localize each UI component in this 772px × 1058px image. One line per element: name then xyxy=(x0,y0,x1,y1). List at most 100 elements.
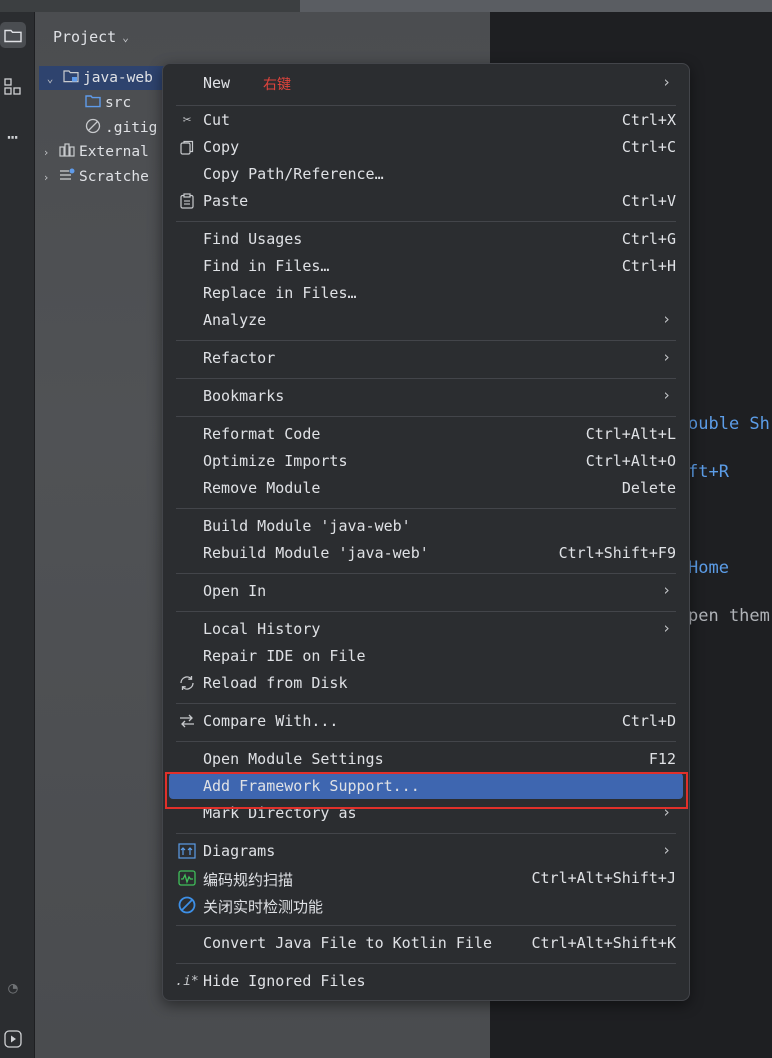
ignored-files-icon: .i* xyxy=(175,973,199,989)
menu-separator xyxy=(176,508,676,509)
editor-hint-shortcut: ft+R xyxy=(688,462,729,482)
copy-icon xyxy=(177,137,197,157)
menu-item-find-usages[interactable]: Find Usages Ctrl+G xyxy=(163,226,689,253)
menu-item-cut[interactable]: ✂ Cut Ctrl+X xyxy=(163,107,689,134)
menu-separator xyxy=(176,833,676,834)
library-icon xyxy=(57,143,77,161)
tree-item-src[interactable]: src xyxy=(83,91,131,115)
menu-item-label: Bookmarks xyxy=(203,387,285,405)
submenu-arrow-icon: › xyxy=(661,310,671,328)
menu-item-label: Diagrams xyxy=(203,842,276,860)
menu-separator xyxy=(176,416,676,417)
menu-shortcut: F12 xyxy=(648,750,676,768)
menu-separator xyxy=(176,221,676,222)
menu-shortcut: Ctrl+X xyxy=(621,111,676,129)
menu-item-rebuild-module[interactable]: Rebuild Module 'java-web' Ctrl+Shift+F9 xyxy=(163,540,689,567)
menu-shortcut: Ctrl+G xyxy=(621,230,676,248)
menu-item-diagrams[interactable]: Diagrams › xyxy=(163,838,689,865)
menu-item-optimize-imports[interactable]: Optimize Imports Ctrl+Alt+O xyxy=(163,448,689,475)
menu-item-paste[interactable]: Paste Ctrl+V xyxy=(163,188,689,215)
menu-item-label: Local History xyxy=(203,620,321,638)
disable-check-icon xyxy=(177,895,197,915)
menu-item-label: Hide Ignored Files xyxy=(203,972,366,990)
menu-item-code-scan[interactable]: 编码规约扫描 Ctrl+Alt+Shift+J xyxy=(163,865,689,892)
menu-shortcut: Delete xyxy=(621,479,676,497)
editor-hint-home: Home xyxy=(688,558,729,578)
menu-item-label: Optimize Imports xyxy=(203,452,348,470)
menu-item-open-module-settings[interactable]: Open Module Settings F12 xyxy=(163,746,689,773)
menu-item-find-in-files[interactable]: Find in Files… Ctrl+H xyxy=(163,253,689,280)
submenu-arrow-icon: › xyxy=(661,73,671,91)
menu-item-reload-from-disk[interactable]: Reload from Disk xyxy=(163,670,689,697)
tree-item-scratches[interactable]: › Scratche xyxy=(35,165,149,189)
menu-item-local-history[interactable]: Local History › xyxy=(163,616,689,643)
submenu-arrow-icon: › xyxy=(661,386,671,404)
menu-item-label: Cut xyxy=(203,111,231,129)
chevron-down-icon[interactable]: ⌄ xyxy=(39,72,61,85)
menu-item-compare-with[interactable]: Compare With... Ctrl+D xyxy=(163,708,689,735)
menu-item-hide-ignored-files[interactable]: .i* Hide Ignored Files xyxy=(163,968,689,995)
menu-item-label: Rebuild Module 'java-web' xyxy=(203,544,429,562)
menu-item-open-in[interactable]: Open In › xyxy=(163,578,689,605)
menu-item-copy[interactable]: Copy Ctrl+C xyxy=(163,134,689,161)
menu-item-label: Open Module Settings xyxy=(203,750,384,768)
run-icon[interactable] xyxy=(0,1026,26,1052)
menu-shortcut: Ctrl+C xyxy=(621,138,676,156)
tree-item-label: java-web xyxy=(83,70,153,86)
menu-shortcut: Ctrl+V xyxy=(621,192,676,210)
tree-item-external-libraries[interactable]: › External xyxy=(35,140,149,164)
menu-item-remove-module[interactable]: Remove Module Delete xyxy=(163,475,689,502)
menu-item-repair-ide[interactable]: Repair IDE on File xyxy=(163,643,689,670)
tree-item-label: src xyxy=(105,95,132,111)
menu-item-reformat-code[interactable]: Reformat Code Ctrl+Alt+L xyxy=(163,421,689,448)
menu-item-new[interactable]: New 右键 › xyxy=(163,70,689,97)
more-tools-icon[interactable]: ⋯ xyxy=(0,124,26,150)
menu-item-label: Analyze xyxy=(203,311,267,329)
menu-item-analyze[interactable]: Analyze › xyxy=(163,307,689,334)
menu-item-bookmarks[interactable]: Bookmarks › xyxy=(163,383,689,410)
menu-item-label: New xyxy=(203,74,231,92)
window-top-strip xyxy=(0,0,772,12)
menu-item-label: Reformat Code xyxy=(203,425,321,443)
project-tool-folder-icon[interactable] xyxy=(0,22,26,48)
menu-item-refactor[interactable]: Refactor › xyxy=(163,345,689,372)
menu-item-copy-path[interactable]: Copy Path/Reference… xyxy=(163,161,689,188)
tree-item-java-web[interactable]: ⌄ java-web xyxy=(39,66,167,90)
services-icon[interactable]: ◔ xyxy=(0,974,26,1000)
menu-separator xyxy=(176,340,676,341)
structure-icon[interactable] xyxy=(0,74,26,100)
menu-shortcut: Ctrl+Shift+F9 xyxy=(558,544,676,562)
menu-shortcut: Ctrl+Alt+Shift+K xyxy=(531,934,677,952)
scratches-icon xyxy=(57,168,77,186)
submenu-arrow-icon: › xyxy=(661,619,671,637)
menu-item-label: Build Module 'java-web' xyxy=(203,517,411,535)
menu-item-label: Compare With... xyxy=(203,712,339,730)
paste-icon xyxy=(177,191,197,211)
menu-item-label: Remove Module xyxy=(203,479,321,497)
menu-item-convert-java-to-kotlin[interactable]: Convert Java File to Kotlin File Ctrl+Al… xyxy=(163,930,689,957)
chevron-right-icon[interactable]: › xyxy=(35,171,57,184)
tree-item-gitignore[interactable]: .gitig xyxy=(83,116,157,140)
menu-separator xyxy=(176,611,676,612)
menu-item-label: 编码规约扫描 xyxy=(203,871,294,889)
annotation-right-click: 右键 xyxy=(263,77,291,93)
submenu-arrow-icon: › xyxy=(661,581,671,599)
menu-shortcut: Ctrl+Alt+L xyxy=(585,425,676,443)
project-panel-header[interactable]: Project ⌄ xyxy=(53,28,129,46)
activity-bar: ⋯ ◔ xyxy=(0,12,35,1058)
menu-shortcut: Ctrl+H xyxy=(621,257,676,275)
editor-hint-open: pen them xyxy=(688,606,770,626)
menu-item-label: Repair IDE on File xyxy=(203,647,366,665)
submenu-arrow-icon: › xyxy=(661,348,671,366)
folder-icon xyxy=(83,94,103,112)
submenu-arrow-icon: › xyxy=(661,841,671,859)
menu-item-build-module[interactable]: Build Module 'java-web' xyxy=(163,513,689,540)
menu-item-close-realtime-check[interactable]: 关闭实时检测功能 xyxy=(163,892,689,919)
menu-item-replace-in-files[interactable]: Replace in Files… xyxy=(163,280,689,307)
tree-item-label: Scratche xyxy=(79,169,149,185)
chevron-right-icon[interactable]: › xyxy=(35,146,57,159)
menu-item-label: 关闭实时检测功能 xyxy=(203,898,324,916)
menu-separator xyxy=(176,105,676,106)
diagrams-icon xyxy=(177,841,197,861)
menu-item-label: Find Usages xyxy=(203,230,303,248)
